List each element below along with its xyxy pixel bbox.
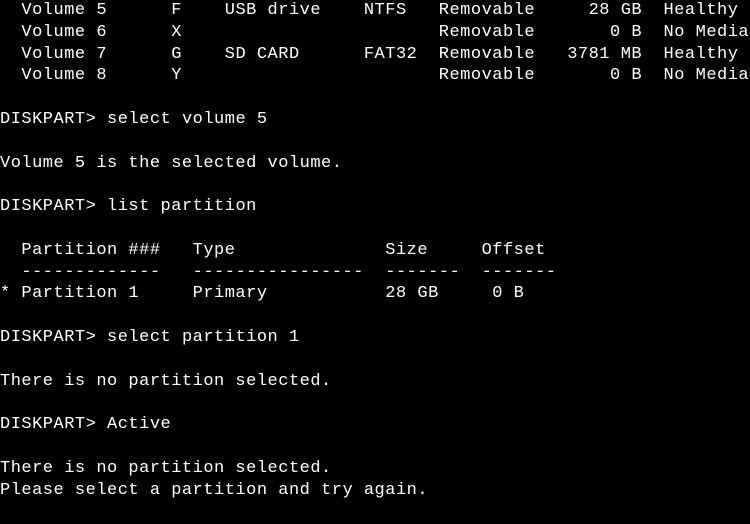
command-list-partition: list partition: [107, 197, 257, 216]
diskpart-terminal[interactable]: Volume 5 F USB drive NTFS Removable 28 G…: [0, 0, 750, 524]
prompt: DISKPART>: [0, 328, 96, 347]
partition-header: Partition ### Type Size Offset: [21, 241, 545, 260]
response-text: There is no partition selected.: [0, 459, 332, 478]
command-active: Active: [107, 415, 171, 434]
volume-row: Volume 5 F USB drive NTFS Removable 28 G…: [21, 1, 738, 20]
response-text: There is no partition selected.: [0, 372, 332, 391]
volume-row: Volume 6 X Removable 0 B No Media: [21, 23, 749, 42]
prompt: DISKPART>: [0, 197, 96, 216]
partition-row: * Partition 1 Primary 28 GB 0 B: [0, 284, 524, 303]
partition-rule: ------------- ---------------- ------- -…: [21, 263, 556, 282]
volume-row: Volume 7 G SD CARD FAT32 Removable 3781 …: [21, 45, 738, 64]
response-text: Volume 5 is the selected volume.: [0, 154, 342, 173]
command-select-partition: select partition 1: [107, 328, 300, 347]
prompt: DISKPART>: [0, 415, 96, 434]
volume-row: Volume 8 Y Removable 0 B No Media: [21, 66, 749, 85]
prompt: DISKPART>: [0, 110, 96, 129]
command-select-volume: select volume 5: [107, 110, 268, 129]
response-text: Please select a partition and try again.: [0, 481, 428, 500]
